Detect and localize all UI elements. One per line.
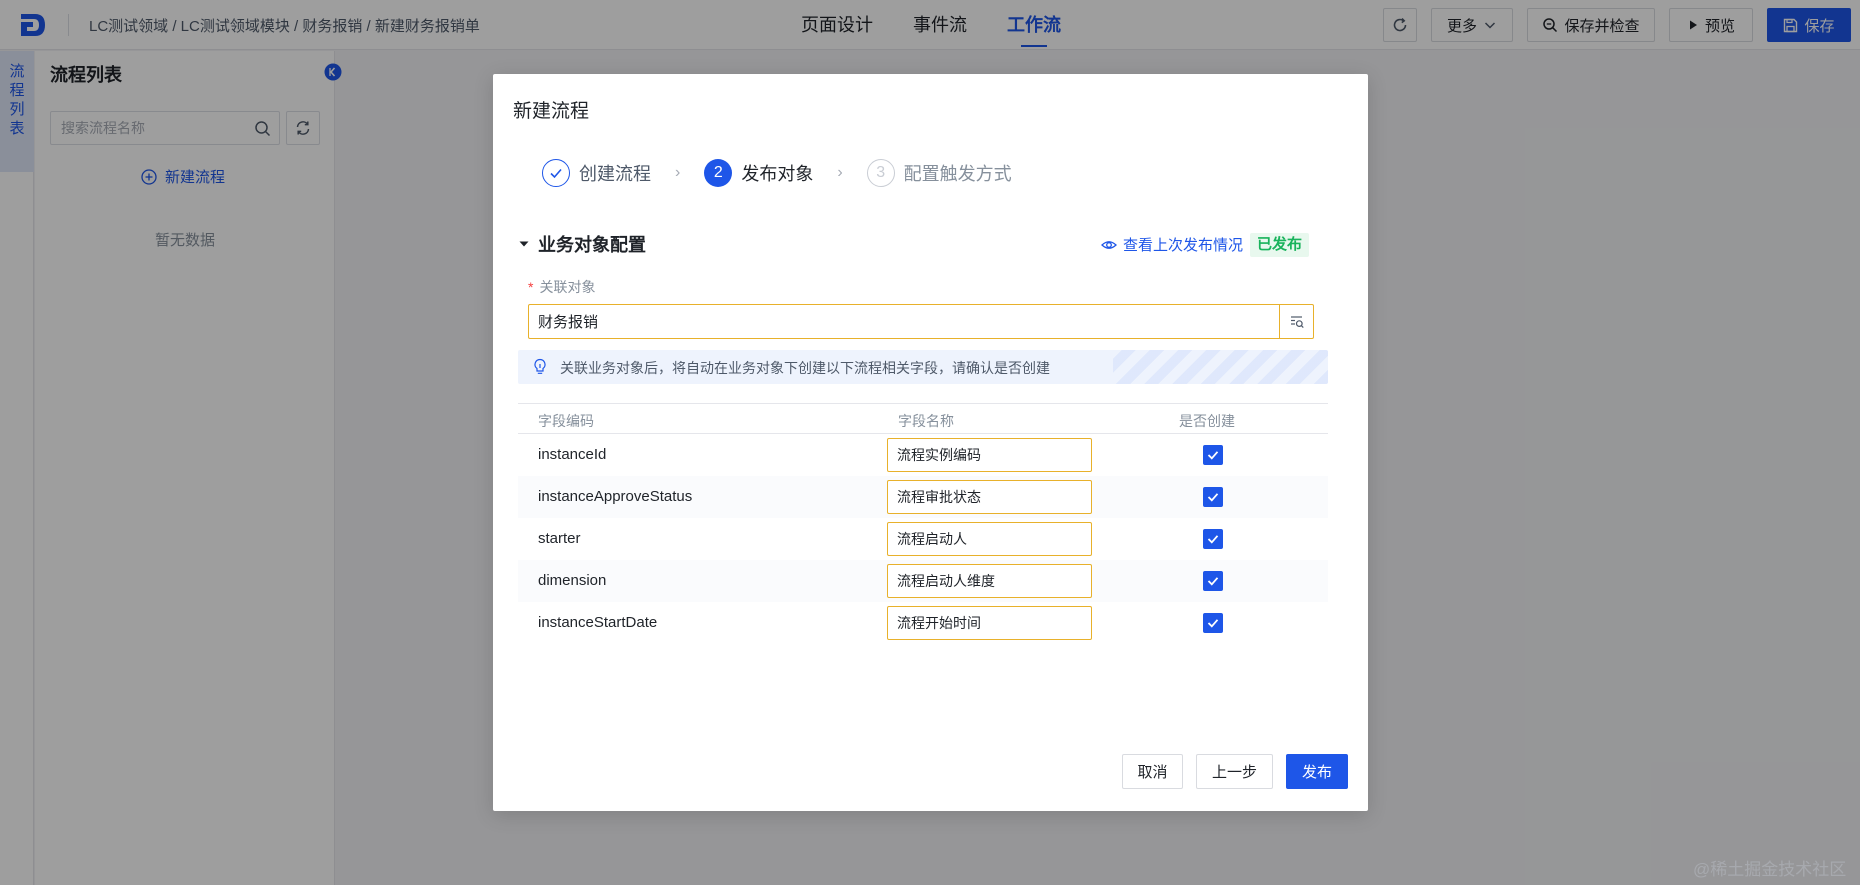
table-row: starter bbox=[518, 518, 1328, 560]
dialog-title: 新建流程 bbox=[513, 101, 590, 122]
table-header: 字段编码 字段名称 是否创建 bbox=[518, 403, 1328, 434]
step-number: 2 bbox=[704, 159, 733, 187]
step-indicator: 创建流程 › 2 发布对象 › 3 配置触发方式 bbox=[542, 158, 1012, 188]
check-icon bbox=[1207, 535, 1219, 544]
related-object-label-text: 关联对象 bbox=[539, 279, 596, 295]
field-code: instanceStartDate bbox=[538, 614, 658, 631]
field-name-box bbox=[887, 480, 1092, 514]
table-row: dimension bbox=[518, 560, 1328, 602]
step-done-circle bbox=[542, 159, 570, 187]
field-name-box bbox=[887, 606, 1092, 640]
publish-button[interactable]: 发布 bbox=[1286, 754, 1348, 789]
alert-decoration bbox=[1113, 350, 1328, 384]
column-header-create: 是否创建 bbox=[1179, 413, 1235, 429]
field-table: 字段编码 字段名称 是否创建 instanceId instanceApprov… bbox=[518, 403, 1328, 644]
step-label: 创建流程 bbox=[579, 164, 651, 184]
bulb-icon bbox=[534, 358, 546, 374]
related-object-label: * 关联对象 bbox=[528, 277, 595, 297]
field-code: instanceId bbox=[538, 446, 607, 463]
cancel-button[interactable]: 取消 bbox=[1122, 754, 1183, 789]
chevron-right-icon: › bbox=[675, 164, 681, 181]
field-name-input[interactable] bbox=[888, 565, 1091, 597]
step-label: 发布对象 bbox=[741, 164, 814, 184]
related-object-input[interactable] bbox=[529, 305, 1269, 338]
create-checkbox[interactable] bbox=[1203, 613, 1223, 633]
create-checkbox[interactable] bbox=[1203, 571, 1223, 591]
step-label: 配置触发方式 bbox=[903, 164, 1012, 184]
new-flow-dialog: 新建流程 创建流程 › 2 发布对象 › 3 配置触发方式 业务对象配置 查看上… bbox=[493, 74, 1368, 811]
eye-icon bbox=[1101, 240, 1117, 249]
create-checkbox[interactable] bbox=[1203, 445, 1223, 465]
column-header-code: 字段编码 bbox=[538, 413, 594, 429]
section-title: 业务对象配置 bbox=[538, 235, 646, 255]
table-row: instanceId bbox=[518, 434, 1328, 476]
field-name-box bbox=[887, 438, 1092, 472]
check-icon bbox=[1207, 493, 1219, 502]
related-object-field bbox=[528, 304, 1314, 339]
field-code: dimension bbox=[538, 572, 607, 589]
field-name-input[interactable] bbox=[888, 607, 1091, 639]
check-icon bbox=[1207, 451, 1219, 460]
required-mark: * bbox=[528, 279, 534, 295]
check-icon bbox=[1207, 619, 1219, 628]
step-number: 3 bbox=[866, 159, 895, 187]
info-alert: 关联业务对象后，将自动在业务对象下创建以下流程相关字段，请确认是否创建 bbox=[518, 350, 1328, 384]
chevron-right-icon: › bbox=[837, 164, 843, 181]
step-publish-object: 2 发布对象 bbox=[704, 159, 813, 187]
step-configure-trigger: 3 配置触发方式 bbox=[866, 159, 1012, 187]
field-name-box bbox=[887, 564, 1092, 598]
status-badge: 已发布 bbox=[1250, 233, 1310, 257]
step-create-flow: 创建流程 bbox=[542, 159, 651, 187]
check-icon bbox=[550, 168, 562, 179]
view-last-publish-label: 查看上次发布情况 bbox=[1123, 237, 1244, 254]
field-name-input[interactable] bbox=[888, 523, 1091, 555]
object-lookup-button[interactable] bbox=[1279, 305, 1313, 338]
list-search-icon bbox=[1290, 315, 1304, 328]
alert-text: 关联业务对象后，将自动在业务对象下创建以下流程相关字段，请确认是否创建 bbox=[560, 360, 1050, 376]
field-name-input[interactable] bbox=[888, 439, 1091, 471]
watermark: @稀土掘金技术社区 bbox=[1693, 860, 1847, 879]
field-name-box bbox=[887, 522, 1092, 556]
create-checkbox[interactable] bbox=[1203, 487, 1223, 507]
field-code: instanceApproveStatus bbox=[538, 488, 693, 505]
section-header[interactable]: 业务对象配置 bbox=[518, 231, 646, 257]
view-last-publish-link[interactable]: 查看上次发布情况 bbox=[1101, 234, 1243, 255]
table-row: instanceStartDate bbox=[518, 602, 1328, 644]
previous-step-button[interactable]: 上一步 bbox=[1196, 754, 1273, 789]
field-code: starter bbox=[538, 530, 581, 547]
create-checkbox[interactable] bbox=[1203, 529, 1223, 549]
check-icon bbox=[1207, 577, 1219, 586]
column-header-name: 字段名称 bbox=[898, 413, 954, 429]
caret-down-icon bbox=[519, 241, 529, 247]
field-name-input[interactable] bbox=[888, 481, 1091, 513]
table-row: instanceApproveStatus bbox=[518, 476, 1328, 518]
